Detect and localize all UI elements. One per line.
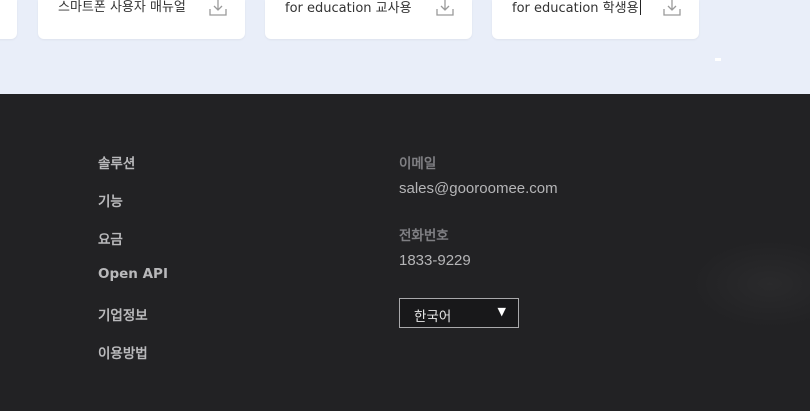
download-card-label: 스마트폰 사용자 매뉴얼 [58,0,186,15]
download-card-label-wrap: for education 학생용 [512,0,641,18]
footer-link-features[interactable]: 기능 [98,190,123,210]
email-label: 이메일 [399,156,437,172]
phone-value: 1833-9229 [399,252,471,269]
downloads-section: 스마트폰 사용자 매뉴얼 for education 교사용 for educa… [0,0,810,94]
footer-link-company[interactable]: 기업정보 [98,304,148,324]
footer-link-pricing[interactable]: 요금 [98,228,123,248]
decorative-dot [715,58,721,61]
download-card-partial[interactable] [0,0,17,39]
footer-link-open-api[interactable]: Open API [98,266,168,282]
download-card-label: for education 교사용 [285,1,412,16]
download-card-smartphone-manual[interactable]: 스마트폰 사용자 매뉴얼 [38,0,245,39]
text-cursor [639,0,641,15]
phone-label: 전화번호 [399,228,449,244]
footer-link-solution[interactable]: 솔루션 [98,152,135,172]
chevron-down-icon: ▼ [497,305,506,318]
download-icon[interactable] [436,0,454,17]
download-card-education-teacher[interactable]: for education 교사용 [265,0,472,39]
decorative-glow [690,239,810,329]
footer-link-how-to-use[interactable]: 이용방법 [98,342,148,362]
download-icon[interactable] [209,0,227,17]
download-icon[interactable] [663,0,681,17]
download-card-education-student[interactable]: for education 학생용 [492,0,699,39]
email-value: sales@gooroomee.com [399,180,558,197]
download-card-label: for education 학생용 [512,1,639,16]
site-footer: 솔루션 기능 요금 Open API 기업정보 이용방법 이메일 sales@g… [0,94,810,411]
language-select[interactable]: 한국어 ▼ [399,298,519,328]
language-selected-value: 한국어 [414,309,452,325]
